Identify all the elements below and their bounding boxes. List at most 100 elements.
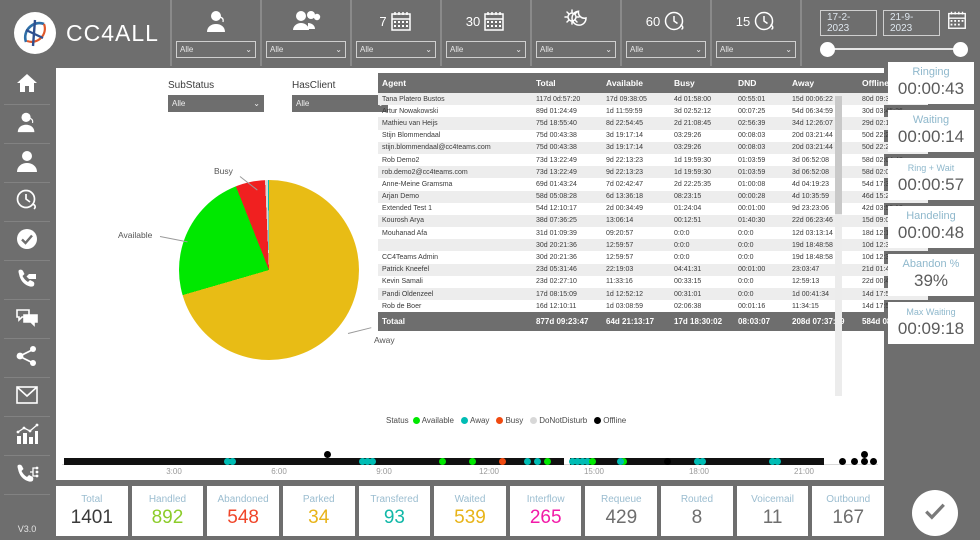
kpi-card[interactable]: Max Waiting 00:09:18 [888,302,974,344]
kpi-card[interactable]: Waiting 00:00:14 [888,110,974,152]
table-scrollbar[interactable] [835,96,842,396]
sidebar-item-history[interactable] [4,183,50,222]
table-row[interactable]: CC4Teams Admin 30d 20:21:36 12:59:57 0:0:0 0… [378,251,928,263]
table-row[interactable]: Rob Demo2 73d 13:22:49 9d 22:13:23 1d 19:59… [378,154,928,166]
table-row[interactable]: Patrick Kneefel 23d 05:31:46 22:19:03 04:41… [378,263,928,276]
kpi-card[interactable]: Handeling 00:00:48 [888,206,974,248]
timeline-point[interactable] [229,458,236,465]
date-to-field[interactable]: 21-9-2023 [883,9,940,36]
table-row[interactable]: Stijn Blommendaal 75d 00:43:38 3d 19:17:14… [378,130,928,142]
filter-group[interactable]: Alle ⌄ [262,0,352,66]
scrollbar-thumb[interactable] [835,96,842,214]
stat-card[interactable]: Interflow 265 [509,486,582,536]
stat-card[interactable]: Parked 34 [282,486,355,536]
table-row[interactable]: Extended Test 1 54d 12:10:17 2d 00:34:49 01… [378,203,928,215]
sidebar-item-share[interactable] [4,339,50,378]
stat-card[interactable]: Requeue 429 [585,486,658,536]
timeline-point[interactable] [617,458,624,465]
filter-7days[interactable]: 7 Alle ⌄ [352,0,442,66]
stat-card[interactable]: Transfered 93 [358,486,431,536]
calendar-icon[interactable] [946,9,968,36]
table-row[interactable]: Arjan Demo 58d 05:08:28 6d 13:36:18 08:23:1… [378,190,928,203]
sidebar-item-mail[interactable] [4,378,50,417]
timeline-point[interactable] [324,451,331,458]
confirm-button[interactable] [912,490,958,536]
sidebar-item-calls[interactable] [4,261,50,300]
legend-item[interactable]: Available [412,416,454,425]
group-filter-dropdown[interactable]: Alle ⌄ [266,41,346,58]
date-from-field[interactable]: 17-2-2023 [820,9,877,36]
filter-15min[interactable]: 15 Alle ⌄ [712,0,802,66]
days30-filter-dropdown[interactable]: Alle ⌄ [446,41,526,58]
stat-card[interactable]: Waited 539 [434,486,506,536]
timeline-point[interactable] [851,458,858,465]
substatus-filter[interactable]: SubStatus Alle ⌄ [168,80,264,112]
stat-card[interactable]: Abandoned 548 [207,486,279,536]
hasclient-filter[interactable]: HasClient Alle ⌄ [292,80,388,112]
filter-daynight[interactable]: Alle ⌄ [532,0,622,66]
stat-card[interactable]: Handled 892 [131,486,204,536]
slider-handle-start[interactable] [820,42,835,57]
timeline-point[interactable] [439,458,446,465]
timeline-point[interactable] [861,451,868,458]
timeline-point[interactable] [870,458,877,465]
timeline-point[interactable] [469,458,476,465]
table-row[interactable]: rob.demo2@cc4teams.com 73d 13:22:49 9d 22:… [378,166,928,179]
stat-card[interactable]: Voicemail 11 [736,486,809,536]
timeline-point[interactable] [774,458,781,465]
sidebar-item-home[interactable] [4,66,50,105]
table-row[interactable]: 30d 20:21:36 12:59:57 0:0:0 0:0:0 19d 18:48:… [378,239,928,252]
date-range-slider[interactable] [820,41,968,57]
timeline-point[interactable] [861,458,868,465]
filter-30days[interactable]: 30 Alle ⌄ [442,0,532,66]
table-column-header[interactable]: Busy [670,73,734,93]
kpi-card[interactable]: Abandon % 39% [888,254,974,296]
sidebar-item-flows[interactable] [4,456,50,495]
min60-filter-dropdown[interactable]: Alle ⌄ [626,41,706,58]
sidebar-item-agents[interactable] [4,105,50,144]
days7-filter-dropdown[interactable]: Alle ⌄ [356,41,436,58]
table-row[interactable]: Tana Platero Bustos 117d 0d:57:20 17d 09:3… [378,93,928,106]
hasclient-dropdown[interactable]: Alle ⌄ [292,95,388,112]
timeline-point[interactable] [839,458,846,465]
sidebar-item-user[interactable] [4,144,50,183]
table-row[interactable]: Kourosh Arya 38d 07:36:25 13:06:14 00:12:51… [378,214,928,228]
timeline-point[interactable] [699,458,706,465]
legend-item[interactable]: DoNotDisturb [530,416,587,425]
table-column-header[interactable]: DND [734,73,788,93]
timeline-point[interactable] [499,458,506,465]
timeline-point[interactable] [524,458,531,465]
slider-handle-end[interactable] [953,42,968,57]
table-row[interactable]: Kevin Samali 23d 02:27:10 11:33:16 00:33:15… [378,276,928,288]
legend-item[interactable]: Offline [594,416,626,425]
table-row[interactable]: Artur Nowakowski 89d 01:24:49 1d 11:59:59 3… [378,105,928,117]
legend-item[interactable]: Away [461,416,489,425]
stat-card[interactable]: Outbound 167 [812,486,885,536]
table-row[interactable]: Mathieu van Heijs 75d 18:55:40 8d 22:54:45… [378,117,928,130]
table-column-header[interactable]: Away [788,73,858,93]
table-row[interactable]: Rob de Boer 16d 12:10:11 1d 03:08:59 02:06:… [378,300,928,312]
date-range-picker[interactable]: 17-2-2023 21-9-2023 [802,0,980,66]
min15-filter-dropdown[interactable]: Alle ⌄ [716,41,796,58]
daynight-filter-dropdown[interactable]: Alle ⌄ [536,41,616,58]
filter-agent[interactable]: Alle ⌄ [172,0,262,66]
table-column-header[interactable]: Agent [378,73,532,93]
table-column-header[interactable]: Total [532,73,602,93]
timeline-point[interactable] [664,458,671,465]
table-row[interactable]: stijn.blommendaal@cc4teams.com 75d 00:43:… [378,141,928,154]
agent-filter-dropdown[interactable]: Alle ⌄ [176,41,256,58]
timeline-point[interactable] [534,458,541,465]
kpi-card[interactable]: Ringing 00:00:43 [888,62,974,104]
legend-item[interactable]: Busy [496,416,523,425]
timeline-point[interactable] [369,458,376,465]
sidebar-item-chat[interactable] [4,300,50,339]
filter-60min[interactable]: 60 Alle ⌄ [622,0,712,66]
table-row[interactable]: Anne-Meine Gramsma 69d 01:43:24 7d 02:42:4… [378,178,928,190]
kpi-card[interactable]: Ring + Wait 00:00:57 [888,158,974,200]
sidebar-item-reports[interactable] [4,417,50,456]
table-column-header[interactable]: Available [602,73,670,93]
table-row[interactable]: Mouhanad Afa 31d 01:09:39 09:20:57 0:0:0 0:0… [378,227,928,239]
table-row[interactable]: Pandi Oldenzeel 17d 08:15:09 1d 12:52:12 00… [378,288,928,301]
stat-card[interactable]: Total 1401 [56,486,128,536]
substatus-dropdown[interactable]: Alle ⌄ [168,95,264,112]
